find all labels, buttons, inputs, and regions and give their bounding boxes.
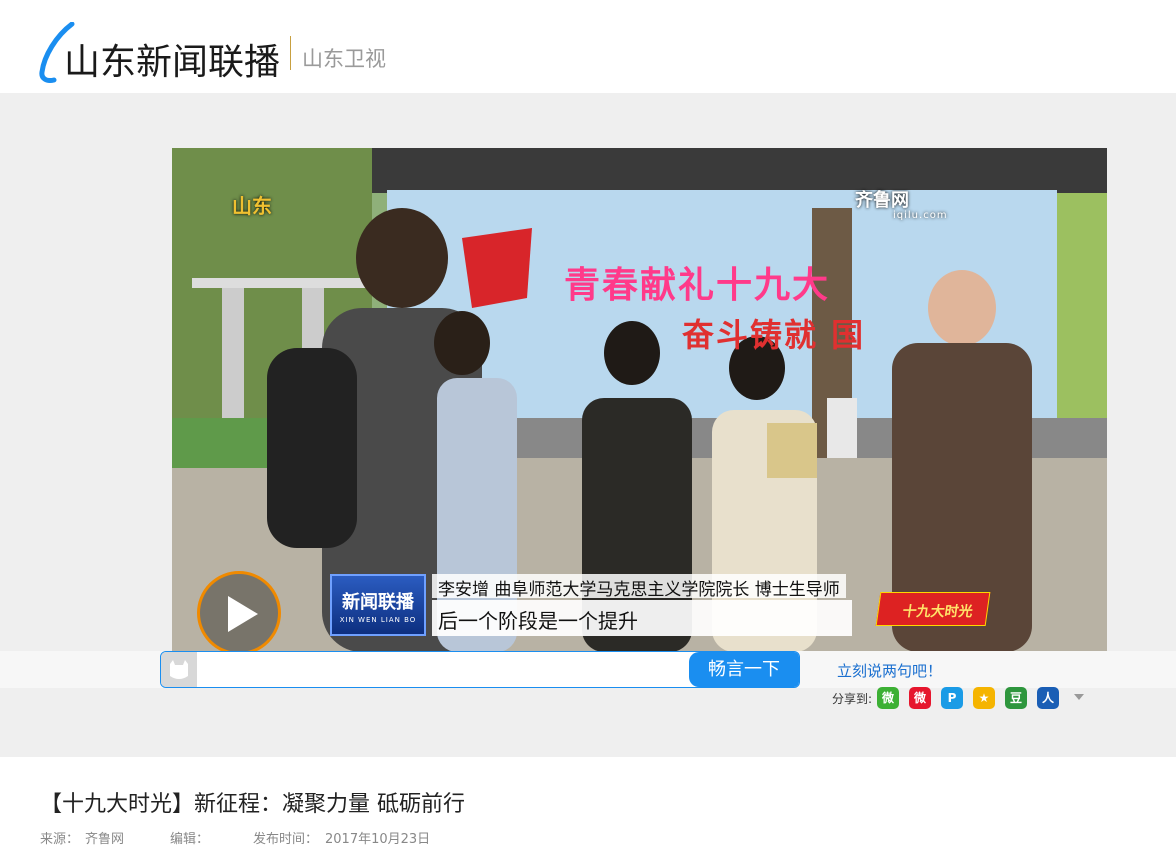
qzone-icon[interactable]: P <box>941 687 963 709</box>
program-badge: 十九大时光 <box>875 592 991 626</box>
comment-box: 畅言一下 <box>160 651 800 688</box>
share-label: 分享到: <box>832 692 873 706</box>
wall-slogan-1: 青春献礼十九大 <box>564 265 831 306</box>
user-avatar-icon <box>170 660 188 679</box>
published-label: 发布时间： <box>253 832 319 847</box>
speaker-caption: 李安增 曲阜师范大学马克思主义学院院长 博士生导师 <box>432 574 846 600</box>
comment-input[interactable] <box>201 656 681 683</box>
channel-name[interactable]: 山东卫视 <box>302 43 386 73</box>
site-header: 山东新闻联播 山东卫视 <box>0 0 1176 93</box>
qq-star-icon[interactable]: ★ <box>973 687 995 709</box>
video-player[interactable]: 山东 齐鲁网 iqilu.com 青春献礼十九大 奋斗铸就 国 新闻联播 XIN… <box>172 148 1107 652</box>
comment-prompt-link[interactable]: 立刻说两句吧！ <box>837 660 942 681</box>
play-button[interactable] <box>197 571 281 655</box>
site-logo[interactable]: 山东新闻联播 <box>64 33 280 85</box>
share-more-icon[interactable] <box>1074 694 1084 700</box>
comment-submit-button[interactable]: 畅言一下 <box>689 652 799 687</box>
channel-watermark: 山东 <box>232 194 272 218</box>
video-subtitle: 后一个阶段是一个提升 <box>432 600 852 636</box>
published-date: 2017年10月23日 <box>325 832 431 847</box>
editor-label: 编辑： <box>170 832 210 847</box>
qilu-watermark-url: iqilu.com <box>893 210 948 221</box>
wall-slogan-2: 奋斗铸就 国 <box>682 316 866 354</box>
renren-icon[interactable]: 人 <box>1037 687 1059 709</box>
weibo-icon[interactable]: 微 <box>909 687 931 709</box>
article-title: 【十九大时光】新征程：凝聚力量 砥砺前行 <box>40 792 465 817</box>
qilu-watermark: 齐鲁网 iqilu.com <box>855 186 948 221</box>
logo-divider <box>290 36 291 70</box>
play-icon <box>228 596 258 632</box>
program-logo-text: 新闻联播 <box>342 592 414 613</box>
program-logo: 新闻联播 XIN WEN LIAN BO <box>330 574 426 636</box>
lower-third: 新闻联播 XIN WEN LIAN BO 李安增 曲阜师范大学马克思主义学院院长… <box>328 572 903 638</box>
avatar <box>161 652 197 687</box>
qilu-watermark-text: 齐鲁网 <box>855 190 909 211</box>
source-label: 来源： <box>40 832 80 847</box>
wechat-icon[interactable]: 微 <box>877 687 899 709</box>
program-logo-pinyin: XIN WEN LIAN BO <box>339 616 417 624</box>
douban-icon[interactable]: 豆 <box>1005 687 1027 709</box>
article-source[interactable]: 齐鲁网 <box>85 828 124 847</box>
